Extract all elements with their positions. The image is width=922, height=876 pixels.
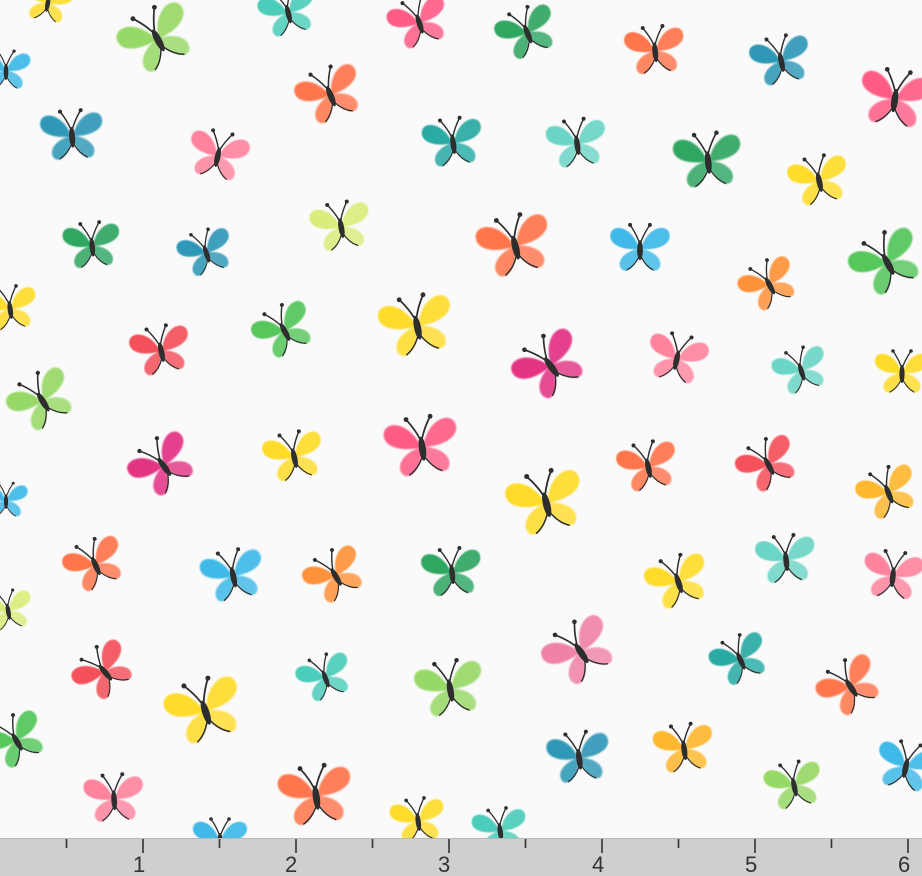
- ruler-label-2: 2: [285, 852, 297, 876]
- fabric-swatch-photo: 1 2 3 4 5 6: [0, 0, 922, 876]
- antenna-tip: [628, 222, 633, 227]
- antenna-tip: [891, 349, 895, 353]
- ruler-ticks: [65, 839, 909, 853]
- measuring-ruler: 1 2 3 4 5 6: [0, 838, 922, 876]
- butterfly-body: [899, 365, 905, 383]
- ruler-label-6: 6: [898, 852, 910, 876]
- ruler-label-4: 4: [592, 852, 604, 876]
- butterfly-body: [637, 240, 643, 261]
- antenna-tip: [209, 817, 213, 821]
- antenna-tip: [12, 49, 16, 53]
- butterfly-pattern: [0, 0, 922, 838]
- antenna-tip: [227, 817, 231, 821]
- ruler-label-5: 5: [745, 852, 757, 876]
- fabric-background: [0, 0, 922, 838]
- butterfly-body: [3, 494, 9, 509]
- ruler-label-1: 1: [133, 852, 145, 876]
- antenna-tip: [11, 481, 15, 485]
- ruler-label-3: 3: [438, 852, 450, 876]
- ruler-scale: 1 2 3 4 5 6: [65, 839, 910, 876]
- antenna-tip: [909, 349, 913, 353]
- ruler-labels: 1 2 3 4 5 6: [133, 852, 910, 876]
- butterfly-body: [3, 63, 9, 80]
- antenna-tip: [647, 222, 652, 227]
